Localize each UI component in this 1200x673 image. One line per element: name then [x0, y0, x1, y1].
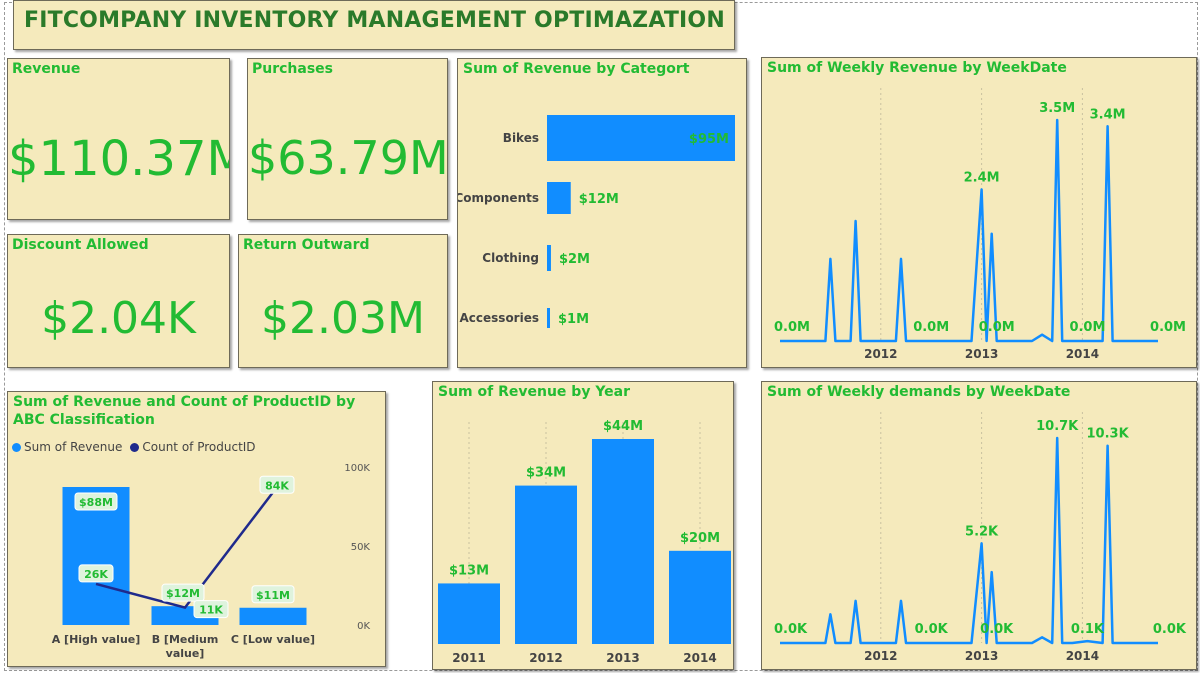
year-bar	[438, 583, 500, 644]
kpi-label: Purchases	[252, 61, 334, 77]
category-tick-label: C [Low value]	[231, 633, 315, 646]
weekly-revenue-chart: 2012 2013 2014 0.0M 0.0M 0.0M 2.4M 3.5M 0.0M 3.4M…	[774, 88, 1186, 361]
kpi-card-purchases[interactable]: Purchases $63.79M	[247, 58, 448, 220]
dashboard-title: FITCOMPANY INVENTORY MANAGEMENT OPTIMAZA…	[24, 8, 725, 33]
y2-tick-label: 0K	[357, 621, 370, 632]
point-label: 5.2K	[965, 524, 999, 539]
x-tick-label: 2013	[606, 651, 639, 665]
category-tick-label: Accessories	[460, 311, 540, 325]
point-label: 3.5M	[1039, 101, 1075, 116]
x-tick-label: 2014	[683, 651, 716, 665]
point-label: 0.0K	[1153, 622, 1187, 637]
kpi-card-revenue[interactable]: Revenue $110.37M	[7, 58, 230, 220]
x-tick-label: 2013	[965, 649, 998, 663]
year-data-label: $13M	[449, 563, 489, 578]
category-tick-label: Components	[458, 191, 539, 205]
chart-card-by-year[interactable]: Sum of Revenue by Year $13M 2011 $34M 2012 $…	[432, 381, 734, 670]
point-label: 0.1K	[1071, 622, 1105, 637]
point-label: 0.0M	[1069, 320, 1105, 335]
x-tick-label: 2014	[1066, 347, 1099, 361]
y2-tick-label: 100K	[344, 463, 370, 474]
chart-card-category[interactable]: Sum of Revenue by Categort Bikes $95M Comp…	[457, 58, 747, 368]
category-data-label: $12M	[579, 192, 619, 207]
category-tick-label: A [High value]	[52, 633, 141, 646]
category-tick-label: value]	[166, 647, 205, 660]
year-bar	[515, 485, 577, 644]
kpi-value: $63.79M	[248, 131, 448, 185]
chart-title: Sum of Revenue by Categort	[463, 61, 690, 77]
x-tick-label: 2012	[864, 347, 897, 361]
revenue-data-label: $12M	[166, 587, 200, 600]
point-label: 10.7K	[1036, 419, 1079, 434]
revenue-bar	[239, 607, 307, 625]
category-tick-label: Bikes	[503, 131, 539, 145]
point-label: 2.4M	[964, 170, 1000, 185]
year-bar	[592, 439, 654, 644]
chart-title: Sum of Weekly Revenue by WeekDate	[767, 60, 1067, 76]
category-data-label: $1M	[558, 312, 589, 327]
year-data-label: $44M	[603, 419, 643, 434]
chart-card-weekly-demands[interactable]: Sum of Weekly demands by WeekDate 2012 20…	[761, 381, 1197, 670]
point-label: 0.0K	[774, 622, 808, 637]
weekly-demands-chart: 2012 2013 2014 0.0K 0.0K 0.0K 5.2K 10.7K 0.1K 10.…	[774, 412, 1187, 663]
kpi-value: $110.37M	[8, 131, 230, 187]
kpi-value: $2.04K	[41, 293, 196, 344]
chart-title: Sum of Revenue by Year	[438, 384, 631, 400]
kpi-label: Return Outward	[243, 237, 370, 253]
revenue-data-label: $88M	[79, 496, 113, 509]
point-label: 3.4M	[1090, 107, 1126, 122]
kpi-card-discount[interactable]: Discount Allowed $2.04K	[7, 234, 230, 368]
point-label: 0.0M	[1150, 320, 1186, 335]
series-line	[780, 436, 1158, 645]
y2-tick-label: 50K	[351, 542, 371, 553]
abc-chart: 100K 50K 0K A [High value] B [Mediumvalue] C …	[52, 463, 371, 660]
chart-card-abc[interactable]: Sum of Revenue and Count of ProductID by…	[7, 391, 386, 667]
count-data-label: 26K	[84, 568, 108, 581]
kpi-value: $2.03M	[261, 293, 425, 344]
category-tick-label: B [Medium	[152, 633, 219, 646]
category-bar	[547, 182, 571, 214]
point-label: 0.0M	[979, 320, 1015, 335]
point-label: 0.0M	[774, 320, 810, 335]
point-label: 10.3K	[1087, 427, 1130, 442]
point-label: 0.0K	[915, 622, 949, 637]
chart-title: Sum of Weekly demands by WeekDate	[767, 384, 1071, 400]
x-tick-label: 2012	[529, 651, 562, 665]
series-line	[780, 118, 1158, 343]
chart-card-weekly-revenue[interactable]: Sum of Weekly Revenue by WeekDate 2012 20…	[761, 57, 1197, 368]
year-data-label: $34M	[526, 466, 566, 481]
kpi-card-return-outward[interactable]: Return Outward $2.03M	[238, 234, 448, 368]
year-bar	[669, 550, 731, 644]
category-tick-label: Clothing	[482, 251, 539, 265]
dashboard-title-card: FITCOMPANY INVENTORY MANAGEMENT OPTIMAZA…	[13, 0, 735, 50]
kpi-label: Revenue	[12, 61, 81, 77]
by-year-chart: $13M 2011 $34M 2012 $44M 2013 $20M 2014	[438, 419, 731, 665]
count-data-label: 84K	[265, 479, 289, 492]
revenue-data-label: $11M	[256, 589, 290, 602]
category-chart: Bikes $95M Components $12M Clothing $2M Access…	[458, 115, 735, 328]
category-data-label: $2M	[559, 252, 590, 267]
category-data-label: $95M	[689, 132, 729, 147]
category-bar	[547, 245, 551, 271]
category-bar	[547, 308, 550, 328]
x-tick-label: 2013	[965, 347, 998, 361]
year-data-label: $20M	[680, 531, 720, 546]
count-data-label: 11K	[199, 604, 223, 617]
x-tick-label: 2011	[452, 651, 485, 665]
point-label: 0.0M	[913, 320, 949, 335]
point-label: 0.0K	[980, 622, 1014, 637]
x-tick-label: 2014	[1066, 649, 1099, 663]
kpi-label: Discount Allowed	[12, 237, 149, 253]
x-tick-label: 2012	[864, 649, 897, 663]
